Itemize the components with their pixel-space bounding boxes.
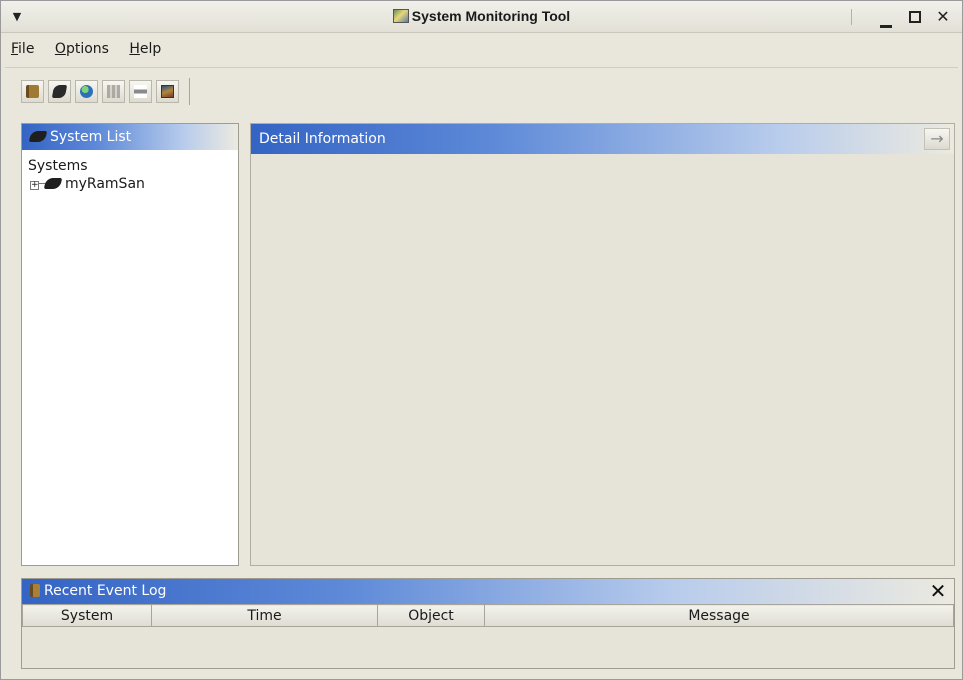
toolbar-separator <box>189 78 190 105</box>
menu-help[interactable]: Help <box>129 41 161 57</box>
detail-header: Detail Information → <box>251 124 954 154</box>
system-list-title: System List <box>50 129 132 145</box>
minimize-icon[interactable] <box>875 7 897 28</box>
globe-icon <box>80 85 93 98</box>
property-bar-icon <box>134 85 147 98</box>
column-header-message[interactable]: Message <box>484 604 954 627</box>
menu-file[interactable]: File <box>11 41 34 57</box>
system-list-header: System List <box>22 124 238 150</box>
system-tree: Systems + myRamSan <box>28 158 145 192</box>
main-window: ▼ System Monitoring Tool ✕ File Options … <box>0 0 963 680</box>
chart-button[interactable] <box>156 80 179 103</box>
column-header-time[interactable]: Time <box>151 604 378 627</box>
tree-item-myramsan[interactable]: + myRamSan <box>28 176 145 192</box>
event-log-book-icon <box>30 584 40 597</box>
chart-icon <box>161 85 174 98</box>
app-icon <box>392 9 409 23</box>
menu-bar: File Options Help <box>1 41 167 63</box>
detail-panel: Detail Information → <box>250 123 955 566</box>
network-button[interactable] <box>75 80 98 103</box>
event-log-table: System Time Object Message <box>22 604 954 627</box>
title-bar[interactable]: ▼ System Monitoring Tool ✕ <box>1 1 962 33</box>
ramsan-device-icon <box>43 178 63 189</box>
event-log-body[interactable] <box>22 627 954 668</box>
property-button[interactable] <box>129 80 152 103</box>
event-log-button[interactable] <box>21 80 44 103</box>
event-log-panel: Recent Event Log ✕ System Time Object Me… <box>21 578 955 669</box>
detail-title: Detail Information <box>259 131 386 147</box>
window-controls: ✕ <box>851 7 954 28</box>
tree-root-systems[interactable]: Systems <box>28 158 145 174</box>
event-log-book-icon <box>26 85 39 98</box>
close-panel-icon[interactable]: ✕ <box>928 580 948 602</box>
system-button[interactable] <box>48 80 71 103</box>
system-list-panel: System List Systems + myRamSan <box>21 123 239 566</box>
table-button[interactable] <box>102 80 125 103</box>
expand-plus-icon[interactable]: + <box>30 181 39 190</box>
column-header-system[interactable]: System <box>22 604 152 627</box>
event-log-header: Recent Event Log ✕ <box>22 579 954 604</box>
maximize-icon[interactable] <box>904 7 926 27</box>
system-device-icon <box>51 85 68 98</box>
menu-options[interactable]: Options <box>55 41 109 57</box>
close-icon[interactable]: ✕ <box>932 7 954 27</box>
column-header-object[interactable]: Object <box>377 604 485 627</box>
arrow-right-icon[interactable]: → <box>924 128 950 150</box>
window-title: System Monitoring Tool <box>411 8 571 24</box>
event-log-title: Recent Event Log <box>44 583 167 599</box>
system-device-icon <box>28 131 48 142</box>
window-title-wrap: System Monitoring Tool <box>1 8 962 26</box>
toolbar <box>21 78 190 106</box>
title-separator <box>851 9 853 25</box>
table-icon <box>107 85 120 98</box>
tree-item-label: myRamSan <box>65 176 145 192</box>
menu-divider <box>5 67 958 68</box>
